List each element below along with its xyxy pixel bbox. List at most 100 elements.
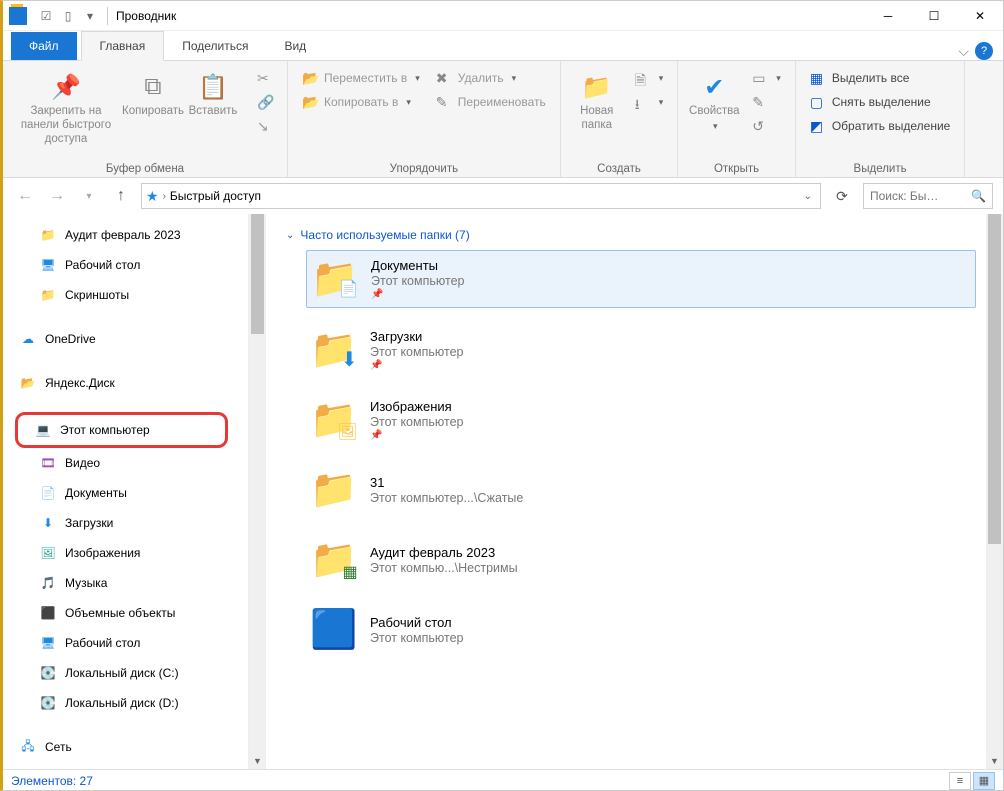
search-box[interactable]: 🔍 bbox=[863, 183, 993, 209]
main-pane[interactable]: ⌄ Часто используемые папки (7) 📁📄Докумен… bbox=[266, 214, 986, 769]
copy-to-button[interactable]: 📂Копировать в▾ bbox=[296, 91, 426, 113]
tree-item[interactable]: 📂Яндекс.Диск bbox=[15, 368, 248, 398]
tile-name: Загрузки bbox=[370, 329, 463, 344]
tree-item[interactable]: 💻Этот компьютер bbox=[15, 412, 228, 448]
refresh-button[interactable]: ⟳ bbox=[829, 183, 855, 209]
folder-tile[interactable]: 📁📄ДокументыЭтот компьютер📌 bbox=[306, 250, 976, 308]
group-select: ▦Выделить все ▢Снять выделение ◩Обратить… bbox=[796, 61, 966, 177]
history-button[interactable]: ↺ bbox=[746, 115, 787, 137]
help-button[interactable]: ? bbox=[975, 42, 993, 60]
folder-tile[interactable]: 📁31Этот компьютер...\Сжатые bbox=[306, 462, 976, 518]
folder-tile[interactable]: 📁▦Аудит февраль 2023Этот компью...\Нестр… bbox=[306, 532, 976, 588]
paste-button[interactable]: 📋 Вставить bbox=[185, 67, 241, 123]
details-view-button[interactable]: ≡ bbox=[949, 772, 971, 790]
open-button[interactable]: ▭▾ bbox=[746, 67, 787, 89]
tree-item[interactable]: 💽Локальный диск (D:) bbox=[15, 688, 248, 718]
tab-share[interactable]: Поделиться bbox=[164, 32, 266, 60]
tab-home[interactable]: Главная bbox=[81, 31, 165, 61]
qat-new-folder-icon[interactable]: ▯ bbox=[59, 7, 77, 25]
open-icon: ▭ bbox=[752, 70, 768, 86]
breadcrumb[interactable]: ★ › Быстрый доступ ⌄ bbox=[141, 183, 821, 209]
tree-item-label: Изображения bbox=[65, 546, 140, 560]
up-button[interactable]: ↑ bbox=[109, 184, 133, 208]
select-all-icon: ▦ bbox=[810, 70, 826, 86]
qat-properties-icon[interactable]: ☑ bbox=[37, 7, 55, 25]
excel-icon: 📁▦ bbox=[310, 536, 358, 584]
tab-file[interactable]: Файл bbox=[11, 32, 77, 60]
close-button[interactable]: ✕ bbox=[957, 1, 1003, 31]
recent-locations-dropdown[interactable]: ▾ bbox=[77, 184, 101, 208]
main-scrollbar[interactable]: ▼ bbox=[986, 214, 1003, 769]
copy-icon: ⧉ bbox=[137, 71, 169, 103]
move-icon: 📂 bbox=[302, 70, 318, 86]
pc-icon: 💻 bbox=[34, 421, 52, 439]
search-input[interactable] bbox=[870, 189, 971, 203]
window-title: Проводник bbox=[112, 9, 865, 23]
move-to-button[interactable]: 📂Переместить в▾ bbox=[296, 67, 426, 89]
select-none-icon: ▢ bbox=[810, 94, 826, 110]
select-all-button[interactable]: ▦Выделить все bbox=[804, 67, 957, 89]
folder-tile[interactable]: 📁⬇ЗагрузкиЭтот компьютер📌 bbox=[306, 322, 976, 378]
new-item-button[interactable]: 🗎▾ bbox=[629, 67, 670, 89]
tiles-view-button[interactable]: ▦ bbox=[973, 772, 995, 790]
new-folder-button[interactable]: 📁 Новая папка bbox=[569, 67, 625, 137]
select-none-button[interactable]: ▢Снять выделение bbox=[804, 91, 957, 113]
folder-tile[interactable]: 🟦Рабочий столЭтот компьютер bbox=[306, 602, 976, 658]
tree-item[interactable]: 🖧Сеть bbox=[15, 732, 248, 762]
pin-quickaccess-button[interactable]: 📌 Закрепить на панели быстрого доступа bbox=[11, 67, 121, 150]
easy-access-button[interactable]: ⭳▾ bbox=[629, 91, 670, 113]
breadcrumb-location[interactable]: Быстрый доступ bbox=[170, 189, 261, 203]
minimize-button[interactable]: ─ bbox=[865, 1, 911, 31]
tree-item[interactable]: 🎞Видео bbox=[15, 448, 248, 478]
invert-icon: ◩ bbox=[810, 118, 826, 134]
forward-button[interactable]: → bbox=[45, 184, 69, 208]
scrollbar-thumb[interactable] bbox=[251, 214, 264, 334]
scrollbar-down-arrow[interactable]: ▼ bbox=[986, 752, 1003, 769]
rename-button[interactable]: ✎Переименовать bbox=[430, 91, 552, 113]
tab-view[interactable]: Вид bbox=[266, 32, 324, 60]
scrollbar-down-arrow[interactable]: ▼ bbox=[249, 752, 266, 769]
tree-item[interactable]: ⬇Загрузки bbox=[15, 508, 248, 538]
tree-item[interactable]: ⬛Объемные объекты bbox=[15, 598, 248, 628]
navpane-scrollbar[interactable]: ▼ bbox=[249, 214, 266, 769]
copypath-button[interactable]: 🔗 bbox=[251, 91, 279, 113]
frequent-folders-header[interactable]: ⌄ Часто используемые папки (7) bbox=[286, 224, 976, 250]
tree-item[interactable]: 💽Локальный диск (C:) bbox=[15, 658, 248, 688]
tree-item[interactable]: 🎵Музыка bbox=[15, 568, 248, 598]
edit-button[interactable]: ✎ bbox=[746, 91, 787, 113]
tree-item[interactable]: 📁Скриншоты bbox=[15, 280, 248, 310]
tree-item[interactable]: ☁OneDrive bbox=[15, 324, 248, 354]
delete-label: Удалить bbox=[458, 71, 504, 85]
properties-button[interactable]: ✔ Свойства ▾ bbox=[686, 67, 742, 136]
invert-selection-button[interactable]: ◩Обратить выделение bbox=[804, 115, 957, 137]
tree-item-label: Локальный диск (C:) bbox=[65, 666, 179, 680]
qat-customize-dropdown[interactable]: ▾ bbox=[81, 7, 99, 25]
tree-item[interactable]: 📄Документы bbox=[15, 478, 248, 508]
tree-item[interactable]: 🖥Рабочий стол bbox=[15, 250, 248, 280]
maximize-button[interactable]: ☐ bbox=[911, 1, 957, 31]
tree-item[interactable]: 🖥Рабочий стол bbox=[15, 628, 248, 658]
paste-shortcut-button[interactable]: ↘ bbox=[251, 115, 279, 137]
tree-item-label: Документы bbox=[65, 486, 127, 500]
desktop-icon: 🖥 bbox=[39, 256, 57, 274]
copy-button[interactable]: ⧉ Копировать bbox=[125, 67, 181, 123]
delete-button[interactable]: ✖Удалить▾ bbox=[430, 67, 552, 89]
ribbon-tabs: Файл Главная Поделиться Вид ⌵ ? bbox=[3, 31, 1003, 61]
tree-item[interactable]: 📁Аудит февраль 2023 bbox=[15, 220, 248, 250]
image-icon: 📁🖼 bbox=[310, 396, 358, 444]
folder-green-icon: 📁 bbox=[39, 286, 57, 304]
navigation-pane[interactable]: 📁Аудит февраль 2023🖥Рабочий стол📁Скриншо… bbox=[3, 214, 249, 769]
ribbon-collapse-button[interactable]: ⌵ bbox=[958, 43, 969, 60]
folder-tile[interactable]: 📁🖼ИзображенияЭтот компьютер📌 bbox=[306, 392, 976, 448]
tree-item[interactable]: 🖼Изображения bbox=[15, 538, 248, 568]
cut-button[interactable]: ✂ bbox=[251, 67, 279, 89]
tile-location: Этот компью...\Нестримы bbox=[370, 561, 518, 575]
back-button[interactable]: ← bbox=[13, 184, 37, 208]
cut-icon: ✂ bbox=[257, 70, 273, 86]
tile-name: Изображения bbox=[370, 399, 463, 414]
easy-access-icon: ⭳ bbox=[635, 94, 651, 110]
breadcrumb-dropdown[interactable]: ⌄ bbox=[800, 191, 816, 202]
scrollbar-thumb[interactable] bbox=[988, 214, 1001, 544]
group-new: 📁 Новая папка 🗎▾ ⭳▾ Создать bbox=[561, 61, 679, 177]
music-icon: 🎵 bbox=[39, 574, 57, 592]
